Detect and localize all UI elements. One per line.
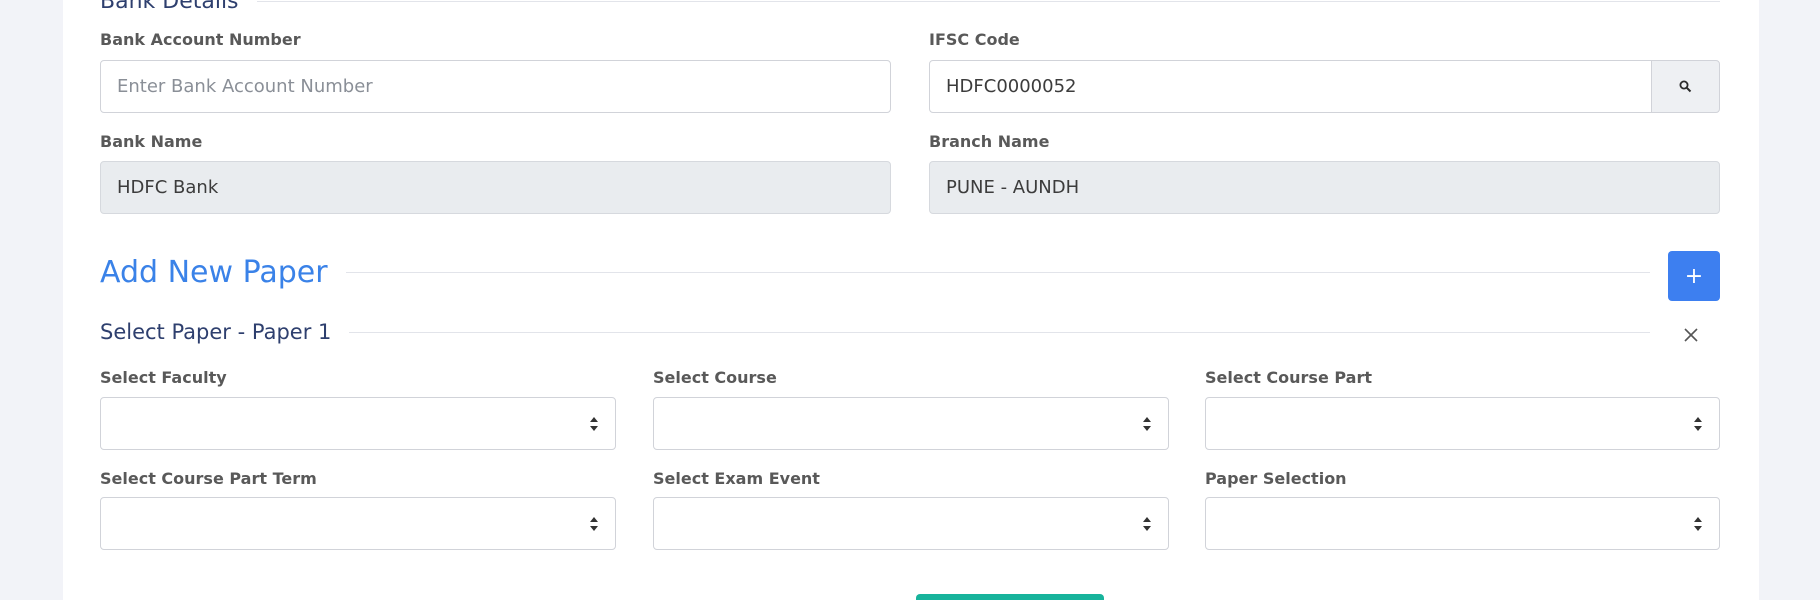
bank-details-heading: Bank Details: [100, 0, 1720, 16]
heading-divider: [349, 331, 1650, 333]
add-paper-button[interactable]: +: [1668, 251, 1720, 301]
bank-account-number-input[interactable]: Enter Bank Account Number: [100, 60, 891, 113]
bank-name-label: Bank Name: [100, 132, 203, 151]
add-new-paper-heading: Add New Paper: [100, 250, 1650, 294]
sort-arrows-icon: [590, 417, 598, 431]
ifsc-code-label: IFSC Code: [929, 30, 1020, 49]
select-course-part-term-dropdown[interactable]: [100, 497, 616, 550]
paper-selection-label: Paper Selection: [1205, 469, 1347, 488]
sort-arrows-icon: [1143, 417, 1151, 431]
heading-divider: [256, 0, 1720, 2]
paper-title: Select Paper - Paper 1: [100, 320, 332, 344]
branch-name-field: PUNE - AUNDH: [929, 161, 1720, 214]
submit-button[interactable]: [916, 594, 1104, 600]
select-course-part-term-label: Select Course Part Term: [100, 469, 317, 488]
heading-divider: [345, 271, 1650, 273]
bank-account-number-label: Bank Account Number: [100, 30, 301, 49]
add-new-paper-title: Add New Paper: [100, 254, 328, 290]
select-exam-event-dropdown[interactable]: [653, 497, 1169, 550]
bank-details-title: Bank Details: [100, 0, 239, 14]
select-faculty-dropdown[interactable]: [100, 397, 616, 450]
select-course-dropdown[interactable]: [653, 397, 1169, 450]
sort-arrows-icon: [1143, 517, 1151, 531]
sort-arrows-icon: [1694, 417, 1702, 431]
select-course-part-label: Select Course Part: [1205, 368, 1373, 387]
select-faculty-label: Select Faculty: [100, 368, 227, 387]
sort-arrows-icon: [590, 517, 598, 531]
select-course-part-dropdown[interactable]: [1205, 397, 1720, 450]
plus-icon: +: [1684, 263, 1704, 289]
close-icon[interactable]: [1680, 324, 1702, 346]
search-icon: [1679, 80, 1692, 93]
form-content: Bank Details Bank Account Number Enter B…: [100, 0, 1720, 600]
paper-heading: Select Paper - Paper 1: [100, 318, 1650, 346]
ifsc-code-input[interactable]: HDFC0000052: [929, 60, 1652, 113]
ifsc-search-button[interactable]: [1651, 60, 1720, 113]
branch-name-label: Branch Name: [929, 132, 1050, 151]
form-card: Bank Details Bank Account Number Enter B…: [63, 0, 1759, 600]
paper-selection-dropdown[interactable]: [1205, 497, 1720, 550]
bank-name-field: HDFC Bank: [100, 161, 891, 214]
sort-arrows-icon: [1694, 517, 1702, 531]
select-course-label: Select Course: [653, 368, 777, 387]
select-exam-event-label: Select Exam Event: [653, 469, 820, 488]
